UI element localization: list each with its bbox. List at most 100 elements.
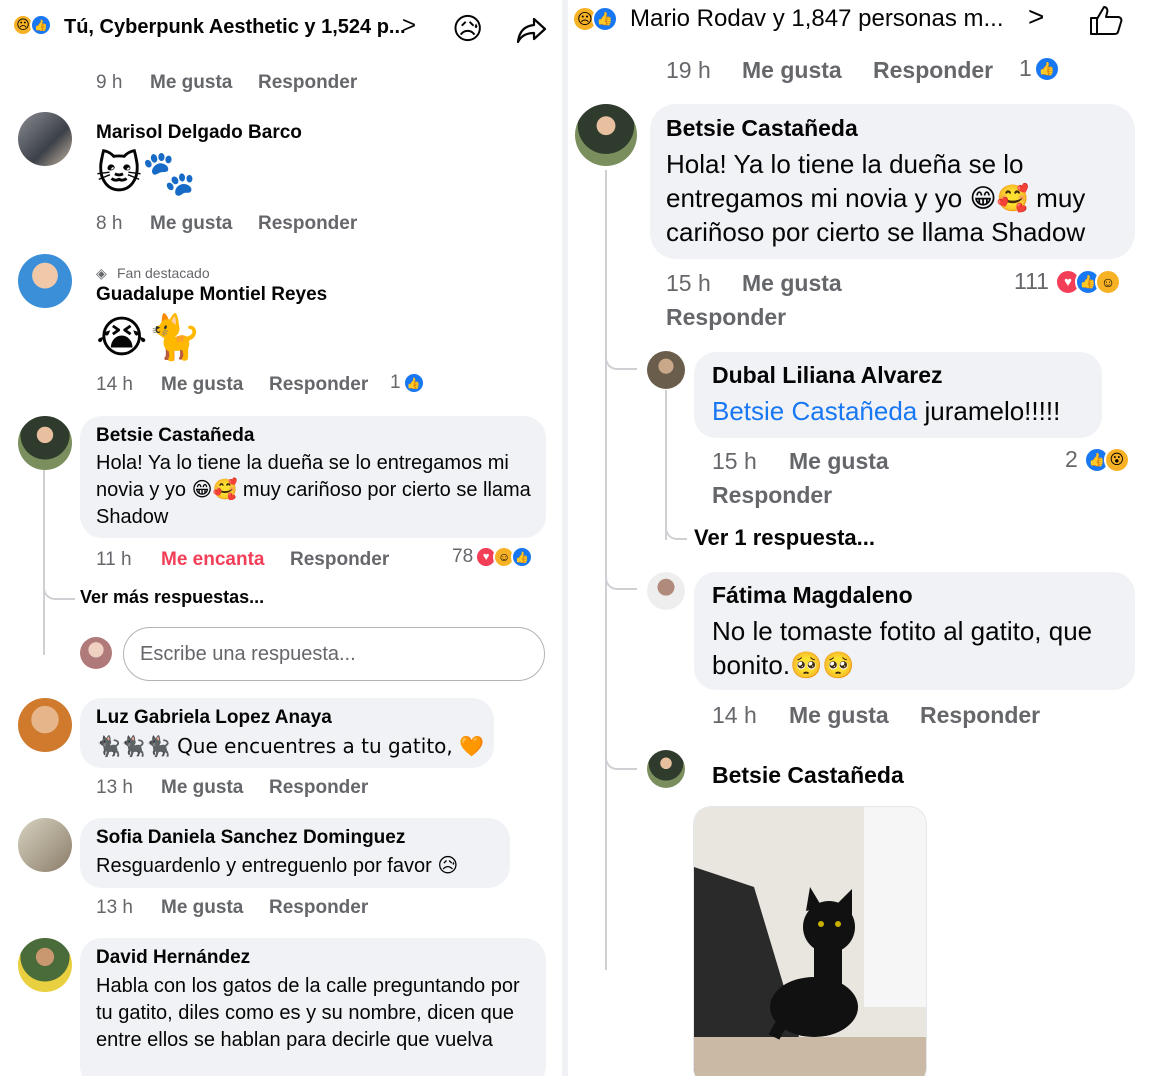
like-reaction-icon: 👍: [511, 546, 534, 568]
like-link[interactable]: Me gusta: [161, 777, 243, 799]
avatar[interactable]: [18, 416, 72, 470]
reaction-count[interactable]: 2 👍 😮: [1065, 446, 1130, 473]
comment-time: 9 h: [96, 72, 123, 93]
comment-time: 11 h: [96, 549, 132, 570]
like-reaction-icon: 👍: [402, 372, 425, 394]
commenter-name[interactable]: Marisol Delgado Barco: [96, 122, 302, 144]
commenter-name[interactable]: Betsie Castañeda: [96, 425, 254, 447]
view-replies-link[interactable]: Ver 1 respuesta...: [694, 525, 875, 551]
comment-time: 8 h: [96, 213, 123, 234]
reaction-count[interactable]: 1 👍: [390, 372, 425, 394]
commenter-name[interactable]: Sofia Daniela Sanchez Dominguez: [96, 827, 405, 849]
fan-badge: Fan destacado: [117, 265, 210, 281]
reply-link[interactable]: Responder: [269, 374, 368, 396]
reply-link[interactable]: Responder: [290, 549, 389, 571]
emoji-comment: 😭🐈: [96, 312, 203, 363]
like-reaction-icon: 👍: [592, 6, 618, 32]
reply-link[interactable]: Responder: [873, 57, 993, 84]
avatar[interactable]: [18, 938, 72, 992]
comment-text: Betsie Castañeda juramelo!!!!!: [712, 394, 1060, 428]
commenter-name[interactable]: Dubal Liliana Alvarez: [712, 362, 943, 389]
reaction-count-number: 2: [1065, 446, 1078, 472]
commenter-name[interactable]: Betsie Castañeda: [712, 762, 904, 789]
avatar[interactable]: [18, 818, 72, 872]
avatar[interactable]: [18, 112, 72, 166]
sad-face-icon[interactable]: 😥: [452, 12, 483, 47]
comment-time: 13 h: [96, 777, 133, 798]
reaction-count[interactable]: 78 ♥ ☺ 👍: [452, 546, 534, 568]
reply-link[interactable]: Responder: [258, 213, 357, 235]
comment-text: Habla con los gatos de la calle pregunta…: [96, 975, 520, 1051]
share-icon[interactable]: [516, 16, 548, 44]
reaction-count-number: 111: [1014, 268, 1049, 294]
like-link[interactable]: Me gusta: [789, 702, 889, 729]
current-user-avatar: [80, 637, 112, 669]
reply-link[interactable]: Responder: [712, 482, 832, 509]
like-reaction-icon: 👍: [1033, 55, 1060, 82]
reply-link[interactable]: Responder: [269, 897, 368, 919]
comment-text: Hola! Ya lo tiene la dueña se lo entrega…: [96, 452, 531, 528]
avatar[interactable]: [647, 750, 685, 788]
left-screenshot-panel: ☹ 👍 Tú, Cyberpunk Aesthetic y 1,524 p...…: [0, 0, 560, 1076]
reaction-count[interactable]: 111 ♥ 👍 ☺: [1014, 268, 1121, 295]
like-reaction-icon: 👍: [30, 14, 52, 36]
like-link[interactable]: Me gusta: [161, 897, 243, 919]
reaction-count[interactable]: 1 👍: [1019, 55, 1060, 82]
like-link[interactable]: Me gusta: [150, 213, 232, 235]
black-cat-photo[interactable]: [693, 806, 927, 1076]
comment-text: 🐈‍⬛🐈‍⬛🐈‍⬛ Que encuentres a tu gatito, 🧡: [96, 734, 485, 758]
avatar[interactable]: [18, 254, 72, 308]
reaction-summary-icons[interactable]: ☹ 👍: [12, 14, 52, 36]
avatar[interactable]: [18, 698, 72, 752]
reply-thread-curve: [605, 560, 637, 590]
reaction-summary-icons[interactable]: ☹ 👍: [572, 6, 618, 32]
commenter-name[interactable]: Betsie Castañeda: [666, 115, 858, 142]
reply-thread-curve: [43, 625, 75, 655]
commenter-name[interactable]: David Hernández: [96, 947, 250, 969]
like-link[interactable]: Me gusta: [161, 374, 243, 396]
reply-link[interactable]: Responder: [666, 304, 786, 331]
avatar[interactable]: [647, 572, 685, 610]
reaction-count-number: 1: [390, 372, 401, 393]
cat-photo-image: [694, 807, 926, 1076]
like-link[interactable]: Me gusta: [742, 57, 842, 84]
reply-link[interactable]: Responder: [258, 72, 357, 94]
comment-text: No le tomaste fotito al gatito, que boni…: [712, 616, 1093, 680]
comment-time: 13 h: [96, 897, 133, 918]
reaction-count-number: 78: [452, 546, 474, 567]
care-reaction-icon: ☺: [1094, 268, 1121, 295]
like-link[interactable]: Me gusta: [150, 72, 232, 94]
comment-time: 14 h: [96, 374, 133, 395]
comment-time: 15 h: [712, 448, 757, 474]
reply-thread-curve: [43, 570, 75, 600]
love-link[interactable]: Me encanta: [161, 549, 264, 571]
reply-link[interactable]: Responder: [269, 777, 368, 799]
avatar[interactable]: [647, 351, 685, 389]
commenter-name[interactable]: Fátima Magdaleno: [712, 582, 913, 609]
reply-thread-curve: [665, 510, 687, 540]
view-more-replies-link[interactable]: Ver más respuestas...: [80, 587, 264, 608]
avatar[interactable]: [575, 104, 637, 166]
mention-link[interactable]: Betsie Castañeda: [712, 396, 917, 426]
reaction-summary-text[interactable]: Tú, Cyberpunk Aesthetic y 1,524 p...: [64, 16, 406, 39]
reply-link[interactable]: Responder: [920, 702, 1040, 729]
badge-diamond-icon: ◈: [96, 265, 107, 281]
reaction-summary-text[interactable]: Mario Rodav y 1,847 personas m...: [630, 5, 1004, 33]
thumbs-up-icon[interactable]: [1088, 4, 1124, 36]
commenter-name[interactable]: Luz Gabriela Lopez Anaya: [96, 707, 332, 729]
comment-time: 15 h: [666, 270, 711, 296]
chevron-right-icon[interactable]: >: [1028, 1, 1044, 33]
comment-text: Hola! Ya lo tiene la dueña se lo entrega…: [666, 149, 1086, 247]
like-link[interactable]: Me gusta: [789, 448, 889, 475]
reply-input[interactable]: Escribe una respuesta...: [123, 627, 545, 681]
wow-reaction-icon: 😮: [1103, 446, 1130, 473]
commenter-name[interactable]: Guadalupe Montiel Reyes: [96, 284, 327, 306]
like-link[interactable]: Me gusta: [742, 270, 842, 297]
panel-divider: [562, 0, 568, 1076]
reply-input-placeholder: Escribe una respuesta...: [140, 642, 356, 665]
comment-time: 14 h: [712, 702, 757, 728]
reply-thread-curve: [605, 340, 637, 370]
comment-text: Resguardenlo y entreguenlo por favor 😥: [96, 855, 459, 877]
chevron-right-icon[interactable]: >: [402, 12, 416, 40]
reply-thread-curve: [605, 740, 637, 770]
